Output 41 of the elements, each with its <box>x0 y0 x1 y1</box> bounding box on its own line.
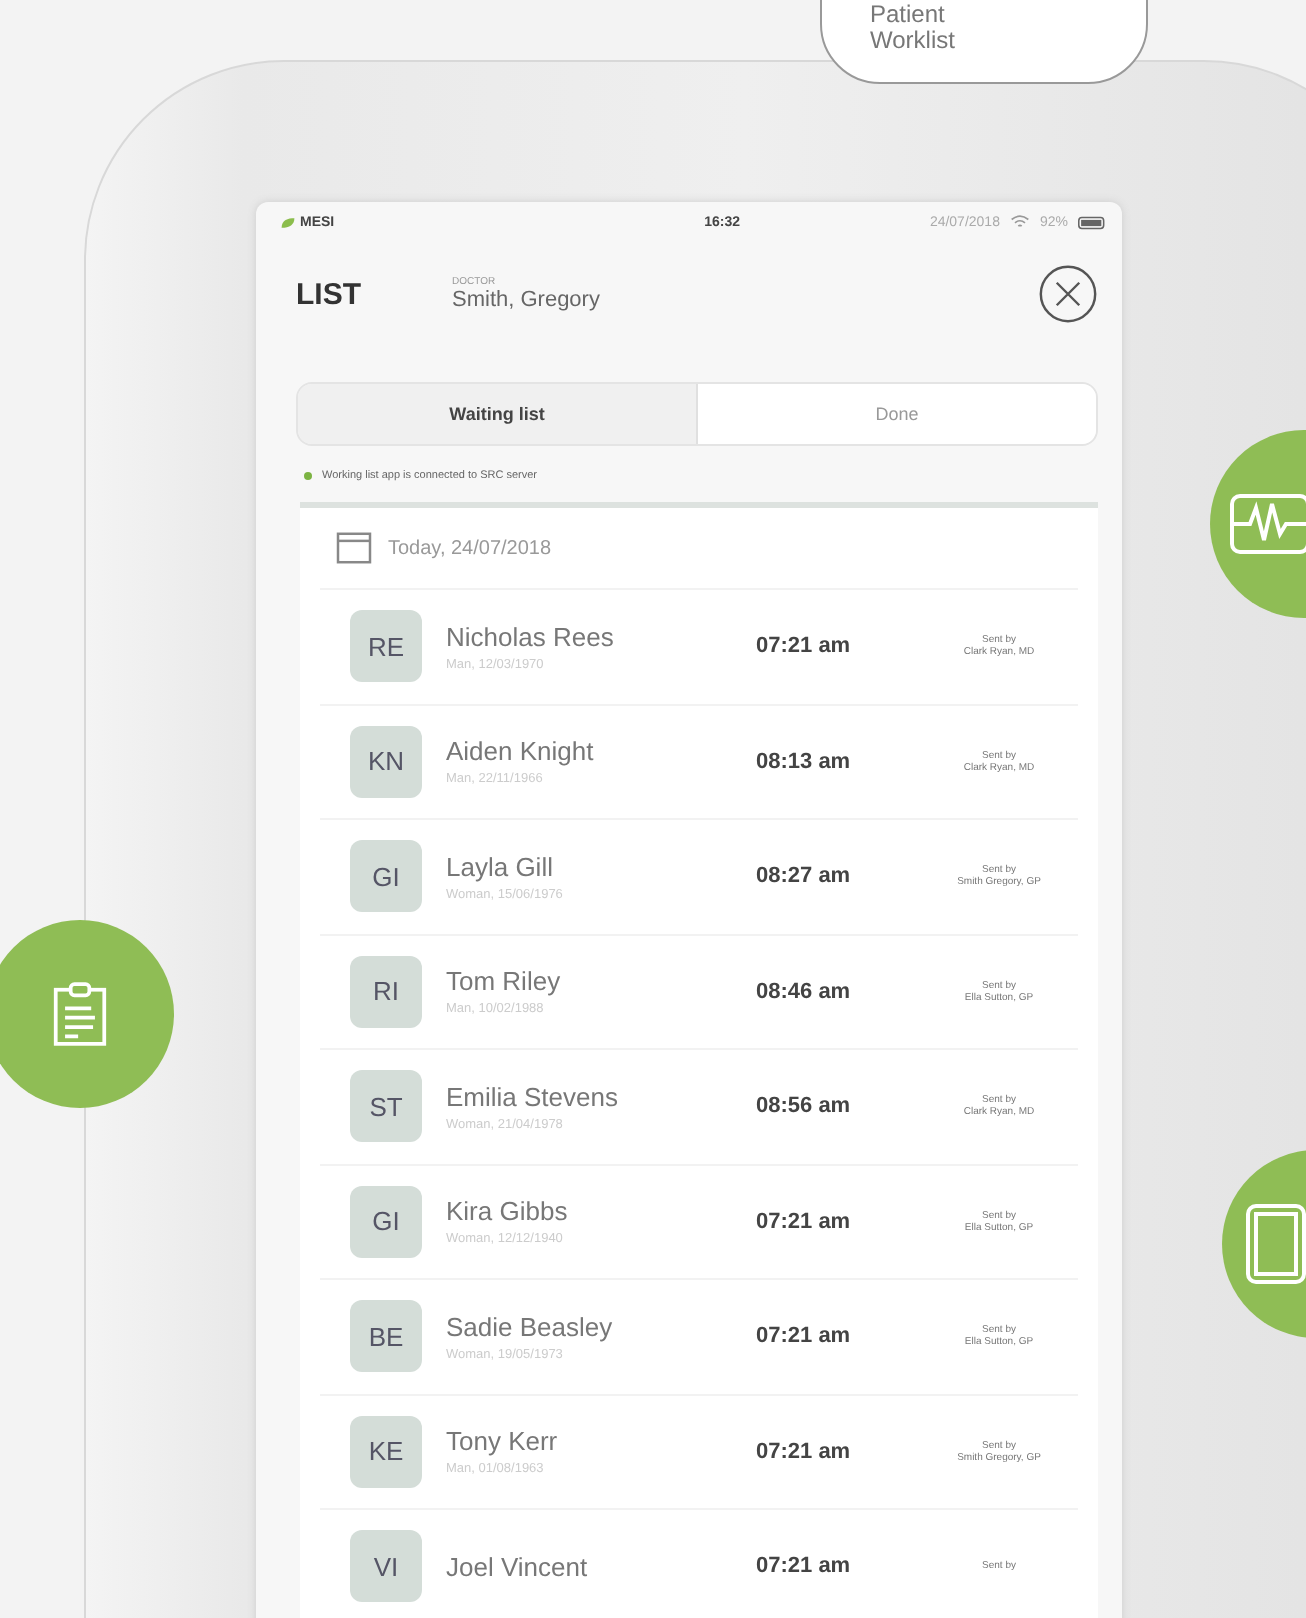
leaf-icon <box>280 215 296 229</box>
appointment-time: 07:21 am <box>756 1209 853 1234</box>
appointment-time: 07:21 am <box>756 1324 853 1349</box>
heart-monitor-icon <box>1230 494 1306 554</box>
calendar-icon <box>336 532 372 564</box>
initials-avatar: RI <box>350 955 422 1028</box>
patient-name: Tom Riley <box>446 966 563 997</box>
initials-avatar: KE <box>350 1415 422 1488</box>
clipboard-icon <box>52 980 108 1048</box>
wifi-icon <box>1009 214 1030 230</box>
appointment-time: 07:21 am <box>756 1554 853 1579</box>
page-title: LIST <box>296 277 363 311</box>
patient-name: Layla Gill <box>446 851 555 882</box>
appointment-time: 07:21 am <box>756 634 853 659</box>
tab[interactable]: Waiting list <box>298 384 698 444</box>
initials-avatar: VI <box>350 1530 422 1603</box>
patient-name: Nicholas Rees <box>446 621 616 652</box>
patient-name: Sadie Beasley <box>446 1311 615 1342</box>
tablet-icon <box>1246 1204 1306 1284</box>
initials-avatar: ST <box>350 1070 422 1143</box>
patient-name: Kira Gibbs <box>446 1196 570 1227</box>
initials-avatar: GI <box>350 1185 422 1258</box>
close-icon[interactable] <box>1038 264 1098 324</box>
appointment-time: 08:46 am <box>756 979 853 1004</box>
patient-name: Tony Kerr <box>446 1426 560 1457</box>
date-heading: Today, 24/07/2018 <box>388 537 552 559</box>
patient-name: Aiden Knight <box>446 736 596 767</box>
initials-avatar: KN <box>350 725 422 798</box>
appointment-time: 08:56 am <box>756 1094 853 1119</box>
initials-avatar: BE <box>350 1300 422 1373</box>
appointment-time: 08:27 am <box>756 864 853 889</box>
initials-avatar: GI <box>350 840 422 913</box>
patient-name: Joel Vincent <box>446 1551 590 1582</box>
doctor-name: Smith, Gregory <box>452 288 602 312</box>
callout-text: Patient <box>870 2 947 28</box>
initials-avatar: RE <box>350 610 422 683</box>
callout-text: Worklist <box>870 28 957 54</box>
appointment-time: 08:13 am <box>756 749 853 774</box>
patient-name: Emilia Stevens <box>446 1081 620 1112</box>
battery-icon <box>1078 215 1106 229</box>
appointment-time: 07:21 am <box>756 1439 853 1464</box>
